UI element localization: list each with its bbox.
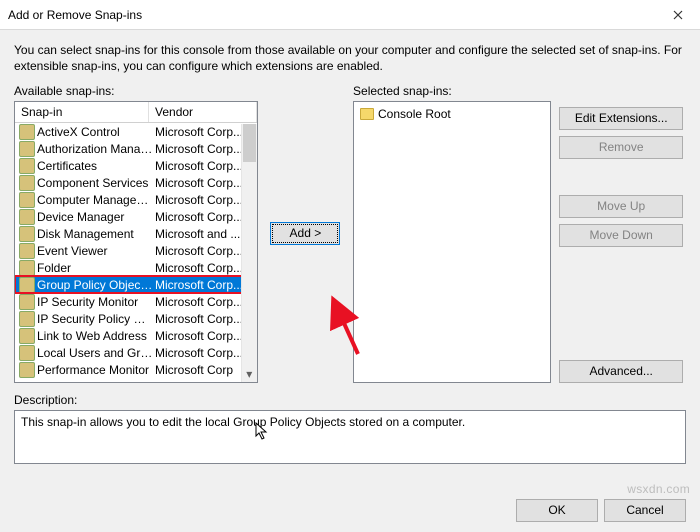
list-item[interactable]: Component ServicesMicrosoft Corp... [15,174,257,191]
scrollbar-thumb[interactable] [243,124,256,162]
scroll-down-icon[interactable]: ▾ [242,366,257,382]
snapin-vendor: Microsoft Corp... [155,176,253,190]
available-label: Available snap-ins: [14,84,258,98]
close-icon [673,10,683,20]
list-item[interactable]: Computer Managem...Microsoft Corp... [15,191,257,208]
snapin-name: ActiveX Control [37,125,155,139]
cancel-button[interactable]: Cancel [604,499,686,522]
remove-button[interactable]: Remove [559,136,683,159]
snapin-vendor: Microsoft Corp [155,363,253,377]
available-snapins-list[interactable]: Snap-in Vendor ActiveX ControlMicrosoft … [14,101,258,383]
add-button[interactable]: Add > [270,222,340,245]
intro-text: You can select snap-ins for this console… [14,42,686,74]
snapin-name: Performance Monitor [37,363,155,377]
list-item[interactable]: ActiveX ControlMicrosoft Corp... [15,123,257,140]
snapin-name: Group Policy Object ... [37,278,155,292]
move-down-button[interactable]: Move Down [559,224,683,247]
list-item[interactable]: Link to Web AddressMicrosoft Corp... [15,327,257,344]
snapin-icon [19,209,35,225]
list-item[interactable]: Disk ManagementMicrosoft and ... [15,225,257,242]
snapin-vendor: Microsoft Corp... [155,346,253,360]
snapin-name: Local Users and Gro... [37,346,155,360]
snapin-icon [19,345,35,361]
list-item[interactable]: Device ManagerMicrosoft Corp... [15,208,257,225]
snapin-vendor: Microsoft Corp... [155,193,253,207]
list-item[interactable]: Group Policy Object ...Microsoft Corp... [15,276,257,293]
col-vendor[interactable]: Vendor [149,102,257,122]
list-item[interactable]: IP Security MonitorMicrosoft Corp... [15,293,257,310]
tree-item-root[interactable]: Console Root [358,106,546,122]
snapin-name: IP Security Monitor [37,295,155,309]
close-button[interactable] [655,0,700,30]
folder-icon [360,108,374,120]
snapin-name: Disk Management [37,227,155,241]
snapin-name: Link to Web Address [37,329,155,343]
list-item[interactable]: Local Users and Gro...Microsoft Corp... [15,344,257,361]
snapin-vendor: Microsoft and ... [155,227,253,241]
snapin-name: IP Security Policy Ma... [37,312,155,326]
snapin-icon [19,328,35,344]
description-label: Description: [14,393,686,407]
list-item[interactable]: IP Security Policy Ma...Microsoft Corp..… [15,310,257,327]
snapin-vendor: Microsoft Corp... [155,159,253,173]
snapin-icon [19,141,35,157]
snapin-icon [19,124,35,140]
snapin-name: Event Viewer [37,244,155,258]
snapin-vendor: Microsoft Corp... [155,329,253,343]
list-item[interactable]: CertificatesMicrosoft Corp... [15,157,257,174]
snapin-vendor: Microsoft Corp... [155,295,253,309]
advanced-button[interactable]: Advanced... [559,360,683,383]
snapin-name: Authorization Manager [37,142,155,156]
snapin-icon [19,158,35,174]
snapin-icon [19,311,35,327]
snapin-name: Component Services [37,176,155,190]
snapin-vendor: Microsoft Corp... [155,312,253,326]
list-item[interactable]: Event ViewerMicrosoft Corp... [15,242,257,259]
snapin-icon [19,294,35,310]
snapin-icon [19,175,35,191]
tree-item-label: Console Root [378,107,451,121]
col-snapin[interactable]: Snap-in [15,102,149,122]
window-title: Add or Remove Snap-ins [8,8,655,22]
description-field: This snap-in allows you to edit the loca… [14,410,686,464]
ok-button[interactable]: OK [516,499,598,522]
snapin-icon [19,260,35,276]
snapin-vendor: Microsoft Corp... [155,142,253,156]
selected-snapins-tree[interactable]: Console Root [353,101,551,383]
titlebar: Add or Remove Snap-ins [0,0,700,30]
list-item[interactable]: FolderMicrosoft Corp... [15,259,257,276]
list-headers: Snap-in Vendor [15,102,257,123]
snapin-vendor: Microsoft Corp... [155,244,253,258]
snapin-name: Device Manager [37,210,155,224]
list-item[interactable]: Performance MonitorMicrosoft Corp [15,361,257,378]
snapin-icon [19,277,35,293]
snapin-vendor: Microsoft Corp... [155,278,253,292]
snapin-name: Computer Managem... [37,193,155,207]
snapin-icon [19,226,35,242]
snapin-icon [19,243,35,259]
edit-extensions-button[interactable]: Edit Extensions... [559,107,683,130]
selected-label: Selected snap-ins: [353,84,551,98]
snapin-vendor: Microsoft Corp... [155,261,253,275]
scrollbar[interactable]: ▾ [241,124,257,382]
snapin-icon [19,362,35,378]
snapin-vendor: Microsoft Corp... [155,125,253,139]
move-up-button[interactable]: Move Up [559,195,683,218]
snapin-vendor: Microsoft Corp... [155,210,253,224]
snapin-name: Folder [37,261,155,275]
list-item[interactable]: Authorization ManagerMicrosoft Corp... [15,140,257,157]
snapin-icon [19,192,35,208]
dialog-content: You can select snap-ins for this console… [0,30,700,532]
snapin-name: Certificates [37,159,155,173]
watermark: wsxdn.com [627,482,690,496]
description-text: This snap-in allows you to edit the loca… [21,415,465,429]
